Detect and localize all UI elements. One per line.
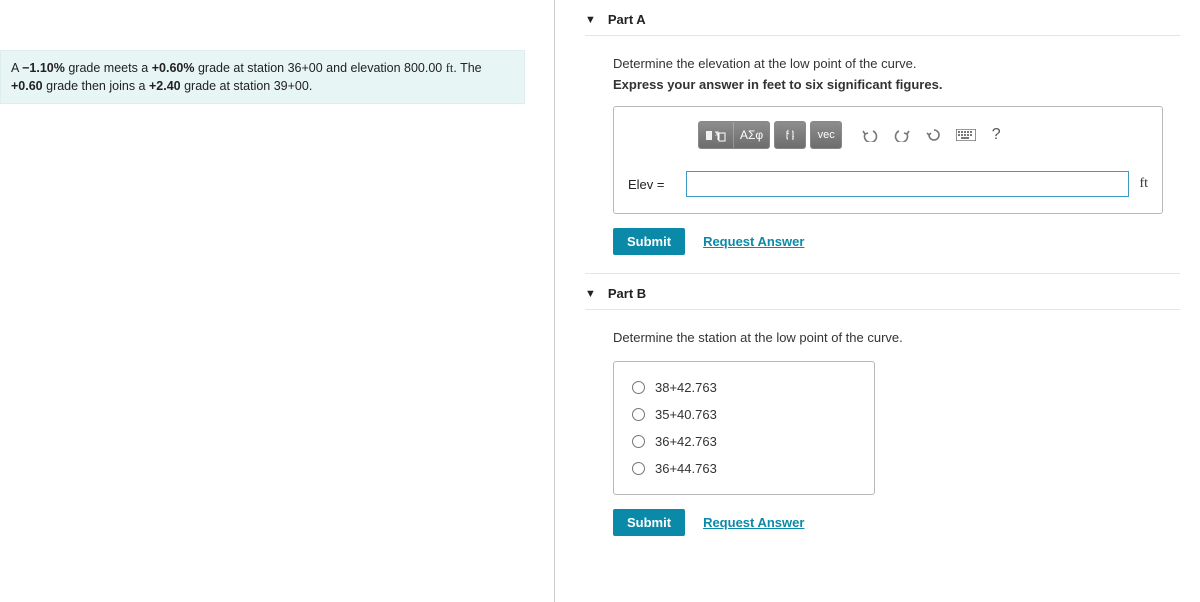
part-b-title: Part B [608, 286, 646, 301]
equation-toolbar: x ΑΣφ ↓↑ vec [628, 121, 1148, 149]
part-b-body: Determine the station at the low point o… [585, 310, 1180, 554]
svg-text:↓: ↓ [786, 128, 790, 136]
request-answer-link-a[interactable]: Request Answer [703, 234, 804, 249]
problem-text: A −1.10% grade meets a +0.60% grade at s… [0, 50, 525, 104]
svg-text:↑: ↑ [791, 133, 795, 142]
answer-input-frame: x ΑΣφ ↓↑ vec [613, 106, 1163, 214]
option-1[interactable]: 35+40.763 [632, 401, 856, 428]
redo-button[interactable] [888, 122, 916, 148]
part-a-body: Determine the elevation at the low point… [585, 36, 1180, 274]
part-b-prompt: Determine the station at the low point o… [613, 330, 1180, 345]
reset-button[interactable] [920, 122, 948, 148]
answer-label: Elev = [628, 177, 676, 192]
part-b-header[interactable]: ▼ Part B [585, 274, 1180, 310]
vector-button[interactable]: vec [811, 122, 841, 148]
answer-unit: ft [1139, 176, 1148, 192]
templates-button[interactable]: x [699, 122, 734, 148]
part-a-title: Part A [608, 12, 646, 27]
submit-button-a[interactable]: Submit [613, 228, 685, 255]
option-2-radio[interactable] [632, 435, 645, 448]
option-2[interactable]: 36+42.763 [632, 428, 856, 455]
option-1-label: 35+40.763 [655, 407, 717, 422]
caret-down-icon: ▼ [585, 288, 596, 300]
subscript-button[interactable]: ↓↑ [775, 122, 805, 148]
part-a-instruction: Express your answer in feet to six signi… [613, 77, 1180, 92]
request-answer-link-b[interactable]: Request Answer [703, 515, 804, 530]
help-button[interactable]: ? [984, 126, 1008, 144]
submit-button-b[interactable]: Submit [613, 509, 685, 536]
option-2-label: 36+42.763 [655, 434, 717, 449]
problem-statement-panel: A −1.10% grade meets a +0.60% grade at s… [0, 0, 555, 602]
symbols-button[interactable]: ΑΣφ [734, 122, 769, 148]
option-0-radio[interactable] [632, 381, 645, 394]
elevation-input[interactable] [686, 171, 1129, 197]
part-a-header[interactable]: ▼ Part A [585, 0, 1180, 36]
option-3[interactable]: 36+44.763 [632, 455, 856, 482]
option-0-label: 38+42.763 [655, 380, 717, 395]
multiple-choice-frame: 38+42.763 35+40.763 36+42.763 36+44.763 [613, 361, 875, 495]
part-a-prompt: Determine the elevation at the low point… [613, 56, 1180, 71]
keyboard-button[interactable] [952, 122, 980, 148]
caret-down-icon: ▼ [585, 14, 596, 26]
option-3-label: 36+44.763 [655, 461, 717, 476]
undo-button[interactable] [856, 122, 884, 148]
option-1-radio[interactable] [632, 408, 645, 421]
option-3-radio[interactable] [632, 462, 645, 475]
option-0[interactable]: 38+42.763 [632, 374, 856, 401]
